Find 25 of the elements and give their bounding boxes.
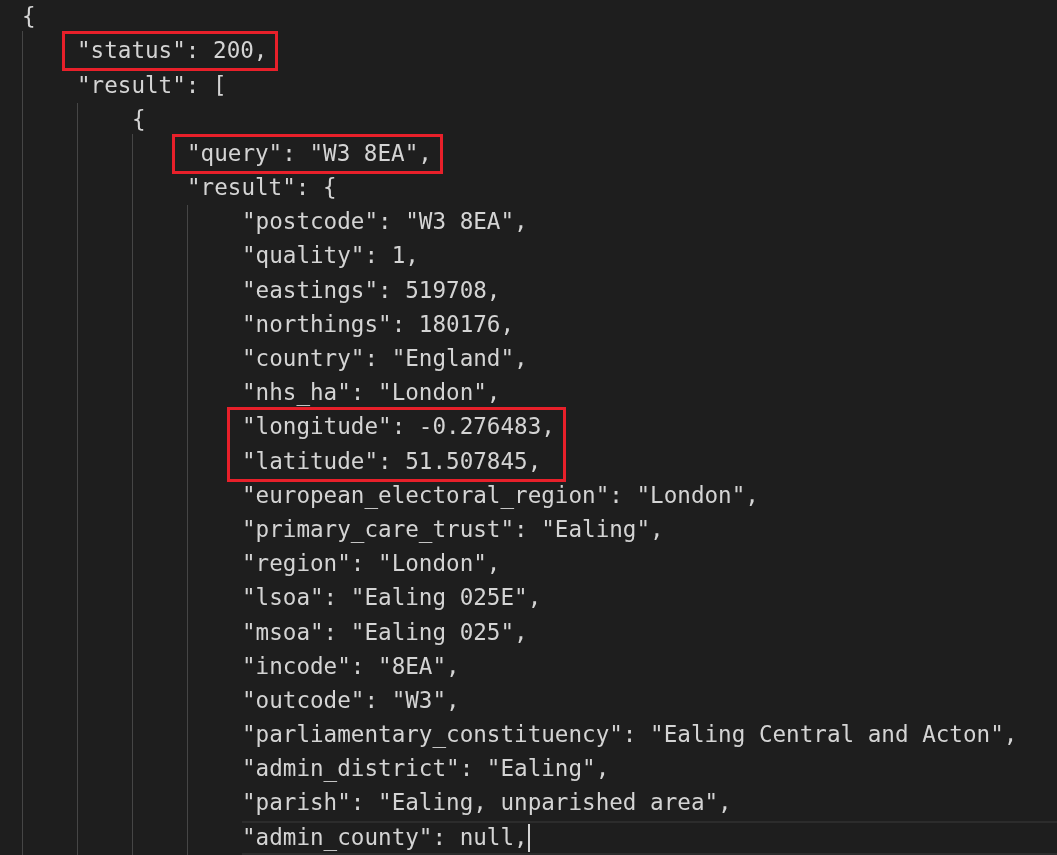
code-line: { <box>22 2 36 32</box>
code-line: "country": "England", <box>242 344 528 373</box>
code-line: "european_electoral_region": "London", <box>242 480 759 511</box>
code-line: "postcode": "W3 8EA", <box>242 207 528 237</box>
code-line: "parish": "Ealing, unparished area", <box>242 788 732 818</box>
code-line: "result": [ <box>77 70 227 100</box>
code-line: "nhs_ha": "London", <box>242 378 501 408</box>
code-line: "msoa": "Ealing 025", <box>242 617 528 647</box>
code-line: "query": "W3 8EA", <box>187 138 432 168</box>
code-line: "admin_county": null, <box>242 822 528 853</box>
code-line: "outcode": "W3", <box>242 685 460 715</box>
code-line: "admin_district": "Ealing", <box>242 754 610 784</box>
code-line: "region": "London", <box>242 549 501 579</box>
code-line: "lsoa": "Ealing 025E", <box>242 583 542 613</box>
code-line: "parliamentary_constituency": "Ealing Central and Acton", <box>242 720 1018 750</box>
code-line: "result": { <box>187 173 337 203</box>
code-line: "latitude": 51.507845, <box>242 446 542 476</box>
code-line: "primary_care_trust": "Ealing", <box>242 514 664 545</box>
code-line: "status": 200, <box>77 36 268 66</box>
code-line: "eastings": 519708, <box>242 275 501 305</box>
code-line: "quality": 1, <box>242 241 419 271</box>
code-line: "incode": "8EA", <box>242 651 460 681</box>
code-line: "longitude": -0.276483, <box>242 412 555 442</box>
code-line: { <box>132 104 146 134</box>
code-line: "northings": 180176, <box>242 309 515 339</box>
